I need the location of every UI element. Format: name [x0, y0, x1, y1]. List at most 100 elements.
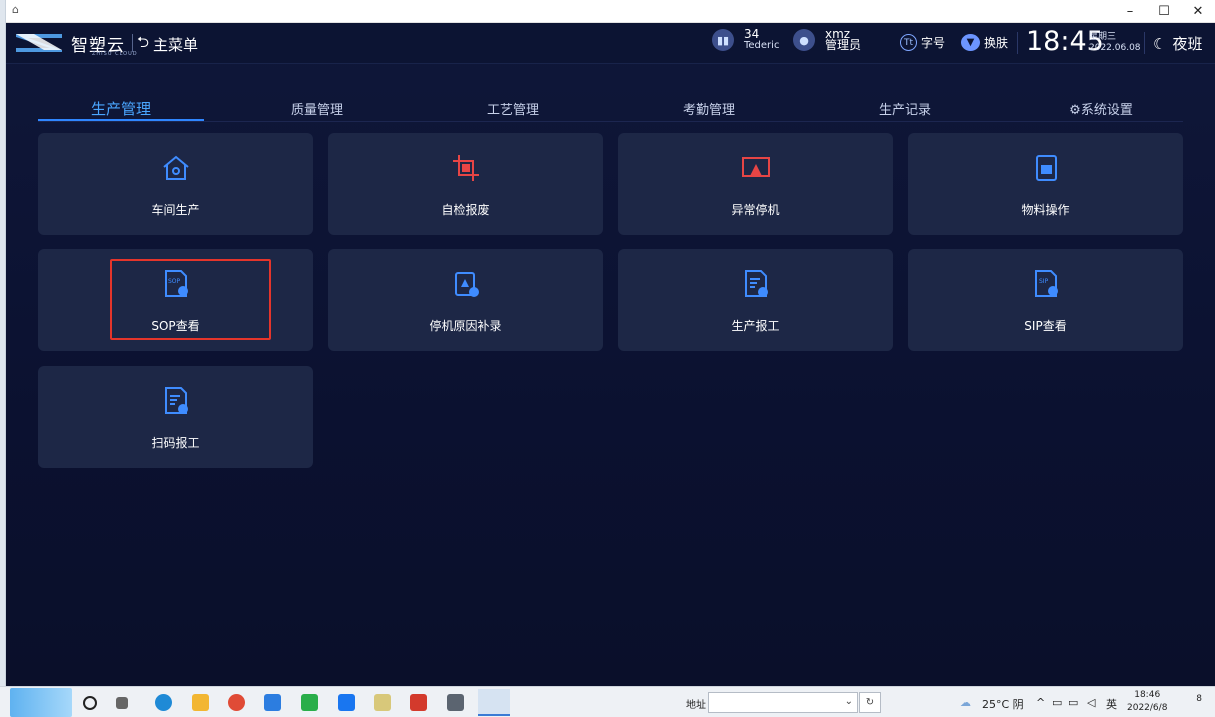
search-icon[interactable] — [83, 696, 97, 710]
card-material-operation[interactable]: 物料操作 — [908, 133, 1183, 235]
app-blue-icon[interactable] — [264, 694, 281, 711]
shirt-icon: ▼ — [961, 34, 980, 51]
header-separator — [132, 34, 133, 52]
alarm-monitor-icon — [741, 157, 770, 177]
card-abnormal-stop[interactable]: 异常停机 — [618, 133, 893, 235]
tray-expand-icon[interactable]: ^ — [1036, 696, 1045, 709]
brand-logo-icon — [16, 34, 62, 52]
taskbar-clock[interactable]: 18:46 2022/6/8 — [1127, 689, 1167, 715]
moon-icon: ☾ — [1153, 34, 1167, 53]
account-role: 管理员 — [825, 38, 862, 52]
account-widget[interactable]: ● xmz 管理员 — [793, 28, 862, 52]
font-size-icon: Tt — [900, 34, 917, 51]
card-label: 自检报废 — [441, 203, 490, 217]
user-count-widget[interactable]: ▮▮ 34 Tederic — [712, 27, 780, 51]
card-label: 车间生产 — [151, 203, 200, 217]
app-small-icon: ⌂ — [12, 3, 19, 16]
card-label: 生产报工 — [731, 319, 780, 333]
zhisu-app-taskbar-icon[interactable] — [478, 689, 510, 716]
main-menu-label: 主菜单 — [153, 36, 199, 54]
svg-text:SOP: SOP — [168, 278, 181, 285]
notification-count: 8 — [1196, 694, 1202, 704]
taskbar-time: 18:46 — [1134, 690, 1161, 700]
user-count: 34 — [744, 27, 760, 41]
tab-quality[interactable]: 质量管理 — [234, 99, 400, 118]
tab-bar-line — [38, 121, 1183, 122]
user-company: Tederic — [744, 40, 780, 51]
clipboard-add-icon — [454, 272, 479, 297]
skin-label: 换肤 — [984, 36, 1009, 50]
notification-center-icon[interactable]: 8 — [1184, 694, 1202, 710]
paint-icon[interactable] — [374, 694, 391, 711]
material-box-icon — [1035, 155, 1057, 181]
shift-indicator[interactable]: ☾ 夜班 — [1153, 33, 1202, 54]
app-root: 智塑云 ZHISU CLOUD ⮌ 主菜单 ▮▮ 34 Tederic ● xm… — [6, 23, 1215, 686]
taskbar-date: 2022/6/8 — [1127, 703, 1168, 713]
weather-text[interactable]: 25°C 阴 — [982, 696, 1024, 712]
card-workshop-production[interactable]: 车间生产 — [38, 133, 313, 235]
tab-records[interactable]: 生产记录 — [822, 99, 988, 118]
active-tab-indicator — [38, 119, 204, 121]
header-divider — [1144, 32, 1145, 54]
skin-button[interactable]: ▼ 换肤 — [961, 34, 1008, 51]
header-divider — [1017, 32, 1018, 54]
card-label: 异常停机 — [731, 203, 780, 217]
chevron-down-icon: ⌄ — [844, 696, 853, 707]
card-label: SOP查看 — [151, 319, 200, 333]
tab-attendance[interactable]: 考勤管理 — [626, 99, 792, 118]
start-button[interactable] — [10, 688, 72, 717]
card-label: SIP查看 — [1024, 319, 1067, 333]
workshop-icon — [162, 155, 189, 180]
brand-subtitle: ZHISU CLOUD — [92, 51, 138, 57]
card-scan-report[interactable]: 扫码报工 — [38, 366, 313, 468]
crop-scrap-icon — [452, 155, 479, 181]
card-sip-view[interactable]: SIP SIP查看 — [908, 249, 1183, 351]
back-arrow-icon: ⮌ — [137, 33, 150, 51]
close-button[interactable]: ✕ — [1181, 0, 1215, 23]
card-sop-view[interactable]: SOP SOP查看 — [38, 249, 313, 351]
card-production-report[interactable]: 生产报工 — [618, 249, 893, 351]
header-date-block: 星期三 2022.06.08 — [1089, 32, 1141, 54]
refresh-button[interactable]: ↻ — [859, 692, 881, 713]
scan-report-icon — [164, 387, 188, 414]
users-book-icon: ▮▮ — [712, 29, 734, 51]
card-self-check-scrap[interactable]: 自检报废 — [328, 133, 603, 235]
wps-icon[interactable] — [410, 694, 427, 711]
app-header: 智塑云 ZHISU CLOUD ⮌ 主菜单 ▮▮ 34 Tederic ● xm… — [6, 23, 1215, 64]
sop-doc-icon: SOP — [164, 270, 188, 297]
svg-text:SIP: SIP — [1039, 278, 1049, 285]
address-label: 地址 — [686, 700, 706, 711]
card-stop-reason-entry[interactable]: 停机原因补录 — [328, 249, 603, 351]
font-size-button[interactable]: Tt 字号 — [900, 34, 945, 51]
card-label: 物料操作 — [1021, 203, 1070, 217]
ime-indicator[interactable]: 英 — [1106, 696, 1117, 712]
wechat-icon[interactable] — [301, 694, 318, 711]
app-arrow-icon[interactable] — [338, 694, 355, 711]
task-view-icon[interactable] — [116, 697, 128, 709]
shift-label: 夜班 — [1172, 35, 1203, 53]
address-input[interactable]: ⌄ — [708, 692, 858, 713]
window-titlebar: ⌂ – ☐ ✕ — [6, 0, 1215, 23]
header-weekday: 星期三 — [1089, 32, 1117, 42]
maximize-button[interactable]: ☐ — [1147, 0, 1181, 23]
calculator-icon[interactable] — [447, 694, 464, 711]
tray-network-icon[interactable]: ▭ — [1052, 696, 1062, 709]
file-explorer-icon[interactable] — [192, 694, 209, 711]
edge-browser-icon[interactable] — [155, 694, 172, 711]
tray-display-icon[interactable]: ▭ — [1068, 696, 1078, 709]
minimize-button[interactable]: – — [1113, 0, 1147, 23]
report-doc-icon — [744, 270, 768, 297]
tab-system-settings[interactable]: ⚙系统设置 — [1018, 99, 1184, 118]
user-avatar-icon: ● — [793, 29, 815, 51]
main-menu-button[interactable]: ⮌ 主菜单 — [137, 32, 198, 57]
os-taskbar: 地址 ⌄ ↻ ☁ 25°C 阴 ^ ▭ ▭ ◁ 英 18:46 2022/6/8… — [0, 686, 1215, 717]
chrome-icon[interactable] — [228, 694, 245, 711]
tab-production[interactable]: 生产管理 — [38, 98, 204, 119]
weather-icon: ☁ — [960, 696, 971, 709]
card-label: 扫码报工 — [151, 436, 200, 450]
sip-doc-icon: SIP — [1034, 270, 1058, 297]
card-label: 停机原因补录 — [429, 319, 502, 333]
font-size-label: 字号 — [921, 36, 946, 50]
tray-volume-icon[interactable]: ◁ — [1087, 696, 1095, 709]
tab-process[interactable]: 工艺管理 — [430, 99, 596, 118]
